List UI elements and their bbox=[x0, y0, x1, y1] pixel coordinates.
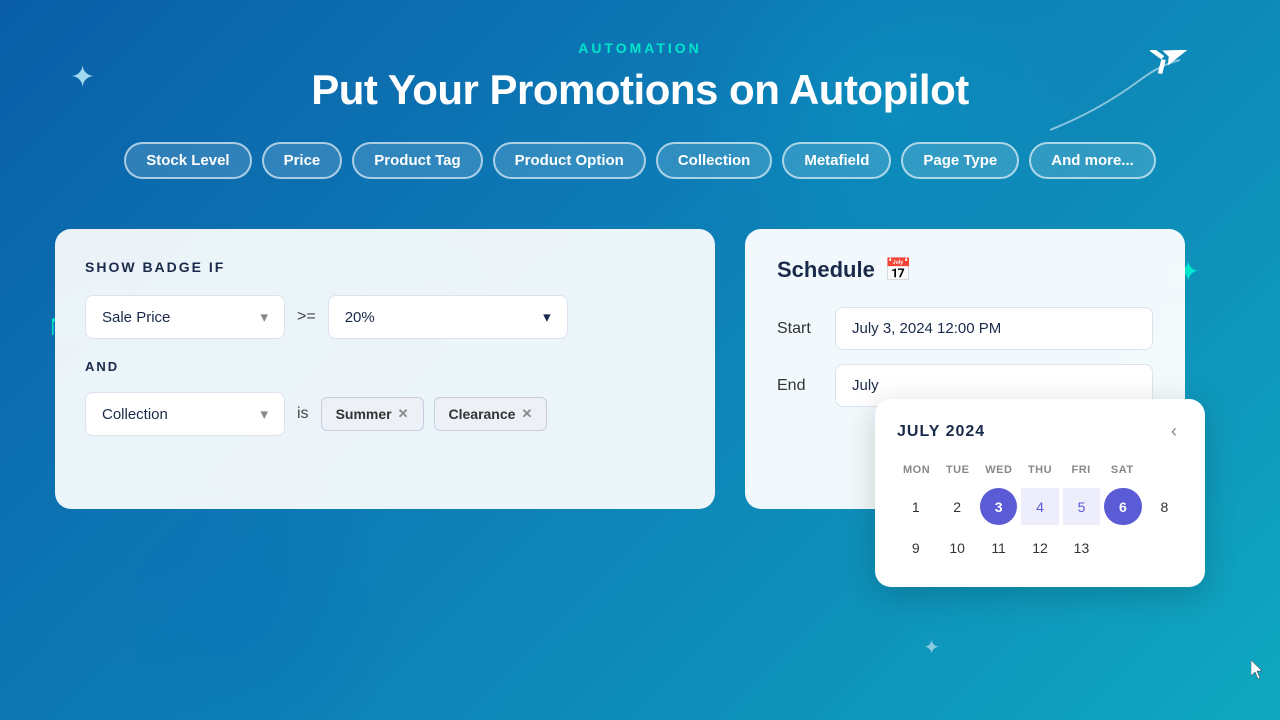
start-row: Start July 3, 2024 12:00 PM bbox=[777, 307, 1153, 350]
calendar-day-label-fri: FRI bbox=[1062, 460, 1101, 480]
calendar-day-4[interactable]: 4 bbox=[1021, 488, 1058, 525]
operator-label: >= bbox=[297, 308, 316, 326]
tag-pill-page-type[interactable]: Page Type bbox=[901, 142, 1019, 179]
tag-pill-stock-level[interactable]: Stock Level bbox=[124, 142, 251, 179]
schedule-title: Schedule bbox=[777, 257, 875, 283]
calendar-day-11[interactable]: 11 bbox=[980, 529, 1017, 566]
calendar-day-6[interactable]: 6 bbox=[1104, 488, 1141, 525]
remove-tag-icon[interactable]: ✕ bbox=[398, 406, 409, 422]
start-label: Start bbox=[777, 320, 821, 338]
calendar-day-label-sat: SAT bbox=[1103, 460, 1142, 480]
calendar-day-2[interactable]: 2 bbox=[938, 488, 975, 525]
calendar-day-9[interactable]: 9 bbox=[897, 529, 934, 566]
tag-pill-product-tag[interactable]: Product Tag bbox=[352, 142, 482, 179]
tag-pills-container: Stock Level PriceProduct Tag Product Optio… bbox=[0, 142, 1280, 179]
calendar-header: JULY 2024 ‹ bbox=[897, 419, 1183, 444]
tag-chip-clearance[interactable]: Clearance ✕ bbox=[434, 397, 548, 431]
calendar-day-8[interactable]: 8 bbox=[1146, 488, 1183, 525]
second-field-select[interactable]: Collection ▾ bbox=[85, 392, 285, 436]
calendar-popup: JULY 2024 ‹ MONTUEWEDTHUFRISAT 123456891… bbox=[875, 399, 1205, 587]
tag-pill-and-more...[interactable]: And more... bbox=[1029, 142, 1156, 179]
tag-pill-metafield[interactable]: Metafield bbox=[782, 142, 891, 179]
end-label: End bbox=[777, 377, 821, 395]
main-title: Put Your Promotions on Autopilot bbox=[0, 66, 1280, 114]
chevron-down-icon: ▾ bbox=[260, 308, 268, 326]
chevron-down-icon-3: ▾ bbox=[260, 405, 268, 423]
second-condition-row: Collection ▾ is Summer ✕ Clearance ✕ bbox=[85, 392, 685, 436]
badge-panel: SHOW BADGE IF Sale Price ▾ >= 20% ▾ AND … bbox=[55, 229, 715, 509]
automation-label: AUTOMATION bbox=[0, 40, 1280, 56]
and-label: AND bbox=[85, 359, 685, 374]
calendar-prev-button[interactable]: ‹ bbox=[1165, 419, 1183, 444]
calendar-day-headers: MONTUEWEDTHUFRISAT bbox=[897, 460, 1183, 480]
calendar-day-12[interactable]: 12 bbox=[1021, 529, 1058, 566]
schedule-panel: Schedule 📅 Start July 3, 2024 12:00 PM E… bbox=[745, 229, 1185, 509]
value-select[interactable]: 20% ▾ bbox=[328, 295, 568, 339]
first-condition-row: Sale Price ▾ >= 20% ▾ bbox=[85, 295, 685, 339]
remove-tag-icon[interactable]: ✕ bbox=[521, 406, 532, 422]
calendar-grid: 1234568910111213 bbox=[897, 488, 1183, 567]
mouse-cursor bbox=[1251, 660, 1265, 680]
page-header: AUTOMATION Put Your Promotions on Autopi… bbox=[0, 0, 1280, 114]
tags-row: Summer ✕ Clearance ✕ bbox=[321, 397, 548, 431]
calendar-day-label-mon: MON bbox=[897, 460, 936, 480]
chevron-down-icon-2: ▾ bbox=[543, 308, 551, 326]
condition-field-select[interactable]: Sale Price ▾ bbox=[85, 295, 285, 339]
start-date-input[interactable]: July 3, 2024 12:00 PM bbox=[835, 307, 1153, 350]
schedule-header: Schedule 📅 bbox=[777, 257, 1153, 283]
calendar-day-3[interactable]: 3 bbox=[980, 488, 1017, 525]
star-decoration-3: ✦ bbox=[923, 635, 940, 660]
panels-container: SHOW BADGE IF Sale Price ▾ >= 20% ▾ AND … bbox=[0, 229, 1280, 509]
calendar-day-13[interactable]: 13 bbox=[1063, 529, 1100, 566]
calendar-day-10[interactable]: 10 bbox=[938, 529, 975, 566]
calendar-day-label-thu: THU bbox=[1020, 460, 1059, 480]
calendar-day-label-tue: TUE bbox=[938, 460, 977, 480]
calendar-day-1[interactable]: 1 bbox=[897, 488, 934, 525]
calendar-month-year: JULY 2024 bbox=[897, 423, 985, 441]
tag-pill-collection[interactable]: Collection bbox=[656, 142, 773, 179]
tag-pill-price[interactable]: Price bbox=[262, 142, 343, 179]
badge-panel-title: SHOW BADGE IF bbox=[85, 259, 685, 275]
calendar-day-label-wed: WED bbox=[979, 460, 1018, 480]
tag-chip-summer[interactable]: Summer ✕ bbox=[321, 397, 424, 431]
tag-pill-product-option[interactable]: Product Option bbox=[493, 142, 646, 179]
calendar-day-5[interactable]: 5 bbox=[1063, 488, 1100, 525]
is-label: is bbox=[297, 405, 309, 423]
calendar-icon: 📅 bbox=[885, 257, 912, 283]
